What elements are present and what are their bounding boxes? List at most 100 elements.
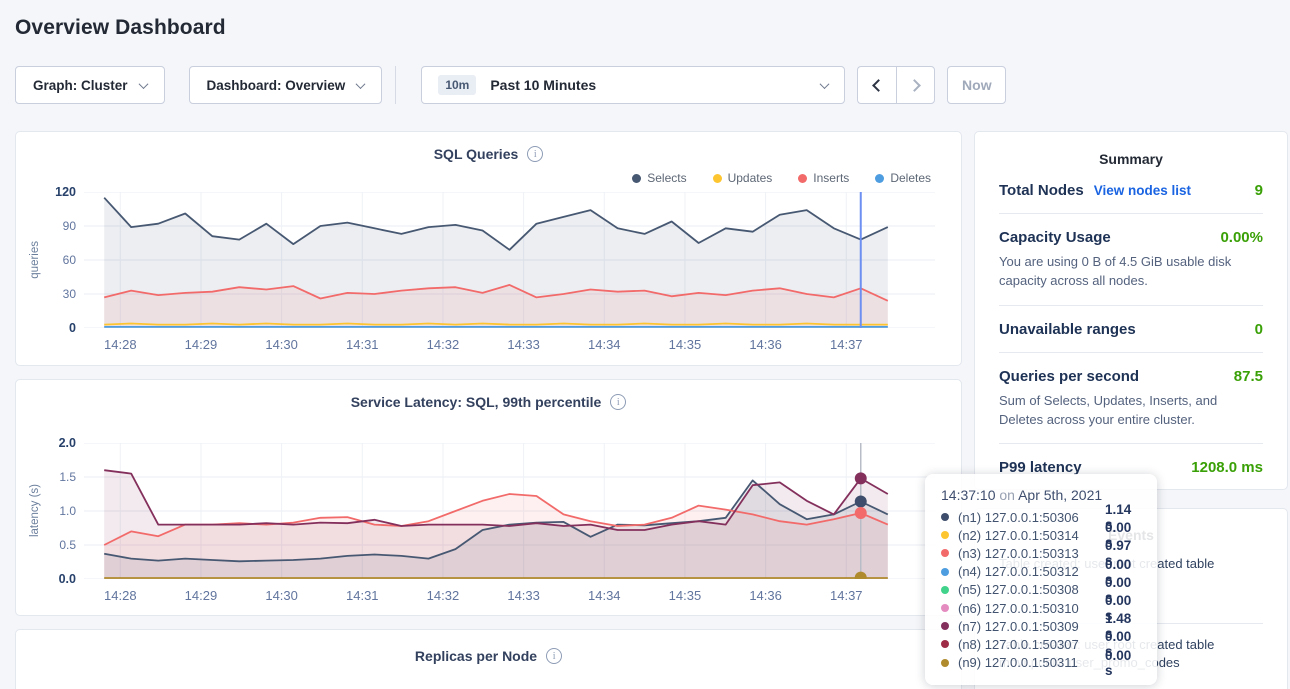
node-address: (n4) 127.0.0.1:50312 bbox=[958, 564, 1105, 579]
x-tick-label: 14:32 bbox=[427, 588, 460, 603]
tooltip-on: on bbox=[999, 487, 1015, 503]
node-address: (n9) 127.0.0.1:50311 bbox=[958, 655, 1105, 670]
service-latency-title: Service Latency: SQL, 99th percentile bbox=[351, 394, 602, 410]
x-tick-label: 14:29 bbox=[185, 337, 218, 352]
service-latency-plot[interactable] bbox=[84, 443, 935, 579]
node-color-dot-icon bbox=[941, 568, 949, 576]
x-tick-label: 14:36 bbox=[749, 337, 782, 352]
x-tick-label: 14:28 bbox=[104, 337, 137, 352]
stat-value: 1208.0 ms bbox=[1191, 459, 1263, 476]
legend-dot-icon bbox=[713, 174, 722, 183]
stat-queries-per-second: Queries per second 87.5 Sum of Selects, … bbox=[999, 353, 1263, 445]
stat-label: Capacity Usage bbox=[999, 229, 1111, 246]
y-axis-label: latency (s) bbox=[29, 484, 41, 537]
x-tick-label: 14:30 bbox=[265, 588, 298, 603]
graph-scope-dropdown[interactable]: Graph: Cluster bbox=[15, 66, 165, 104]
y-tick-label: 1.5 bbox=[59, 470, 76, 484]
stat-description: You are using 0 B of 4.5 GiB usable disk… bbox=[999, 253, 1263, 291]
node-address: (n3) 127.0.0.1:50313 bbox=[958, 546, 1105, 561]
info-icon[interactable] bbox=[610, 394, 626, 410]
x-tick-label: 14:36 bbox=[749, 588, 782, 603]
stat-value: 0.00% bbox=[1220, 229, 1263, 246]
node-address: (n2) 127.0.0.1:50314 bbox=[958, 528, 1105, 543]
dashboard-select-dropdown[interactable]: Dashboard: Overview bbox=[189, 66, 383, 104]
time-nav-group bbox=[857, 66, 935, 104]
replicas-per-node-panel: Replicas per Node bbox=[15, 629, 962, 689]
chevron-down-icon bbox=[138, 79, 148, 89]
x-tick-label: 14:33 bbox=[507, 337, 540, 352]
chevron-down-icon bbox=[356, 79, 366, 89]
node-color-dot-icon bbox=[941, 549, 949, 557]
graph-scope-label: Graph: Cluster bbox=[33, 78, 128, 93]
tooltip-row: (n9) 127.0.0.1:503110.00 s bbox=[941, 654, 1141, 672]
summary-title: Summary bbox=[999, 147, 1263, 167]
node-latency-value: 0.00 s bbox=[1105, 648, 1141, 678]
page-title: Overview Dashboard bbox=[0, 0, 1290, 40]
legend-label: Deletes bbox=[890, 171, 931, 185]
legend-label: Inserts bbox=[813, 171, 849, 185]
x-tick-label: 14:31 bbox=[346, 337, 379, 352]
service-latency-chart: latency (s) 0.00.51.01.52.0 bbox=[16, 443, 961, 579]
chart-canvas bbox=[84, 443, 935, 579]
y-axis-label: queries bbox=[29, 241, 41, 279]
node-color-dot-icon bbox=[941, 586, 949, 594]
sql-queries-title: SQL Queries bbox=[434, 146, 519, 162]
legend-item-inserts[interactable]: Inserts bbox=[798, 170, 849, 186]
time-range-badge: 10m bbox=[438, 75, 476, 95]
legend-item-updates[interactable]: Updates bbox=[713, 170, 773, 186]
y-axis-ticks: 0.00.51.01.52.0 bbox=[44, 443, 84, 579]
node-address: (n6) 127.0.0.1:50310 bbox=[958, 601, 1105, 616]
now-button[interactable]: Now bbox=[947, 66, 1006, 104]
sql-queries-plot[interactable] bbox=[84, 192, 935, 328]
node-color-dot-icon bbox=[941, 622, 949, 630]
chevron-down-icon bbox=[820, 79, 830, 89]
stat-description: Sum of Selects, Updates, Inserts, and De… bbox=[999, 392, 1263, 430]
stat-value: 9 bbox=[1255, 182, 1263, 199]
y-tick-label: 60 bbox=[63, 253, 76, 267]
node-color-dot-icon bbox=[941, 640, 949, 648]
node-color-dot-icon bbox=[941, 604, 949, 612]
legend-item-selects[interactable]: Selects bbox=[632, 170, 686, 186]
view-nodes-list-link[interactable]: View nodes list bbox=[1094, 183, 1191, 198]
dashboard-controls: Graph: Cluster Dashboard: Overview 10m P… bbox=[15, 66, 1290, 104]
legend-item-deletes[interactable]: Deletes bbox=[875, 170, 931, 186]
stat-label: Total Nodes bbox=[999, 182, 1084, 199]
x-tick-label: 14:30 bbox=[265, 337, 298, 352]
charts-column: SQL Queries Selects Updates Inserts Deletes… bbox=[15, 131, 962, 689]
overview-dashboard-page: Overview Dashboard Graph: Cluster Dashbo… bbox=[0, 0, 1290, 689]
node-address: (n1) 127.0.0.1:50306 bbox=[958, 510, 1105, 525]
node-color-dot-icon bbox=[941, 531, 949, 539]
stat-label: Queries per second bbox=[999, 368, 1139, 385]
x-axis-ticks: 14:2814:2914:3014:3114:3214:3314:3414:35… bbox=[84, 586, 935, 606]
time-range-dropdown[interactable]: 10m Past 10 Minutes bbox=[421, 66, 845, 104]
x-tick-label: 14:35 bbox=[669, 337, 702, 352]
time-prev-button[interactable] bbox=[857, 66, 896, 104]
x-tick-label: 14:29 bbox=[185, 588, 218, 603]
x-tick-label: 14:33 bbox=[507, 588, 540, 603]
info-icon[interactable] bbox=[527, 146, 543, 162]
x-tick-label: 14:37 bbox=[830, 588, 863, 603]
time-next-button[interactable] bbox=[896, 66, 935, 104]
stat-value: 87.5 bbox=[1234, 368, 1263, 385]
tooltip-date: Apr 5th, 2021 bbox=[1018, 487, 1102, 503]
node-color-dot-icon bbox=[941, 659, 949, 667]
stat-value: 0 bbox=[1255, 321, 1263, 338]
x-tick-label: 14:34 bbox=[588, 588, 621, 603]
x-tick-label: 14:35 bbox=[669, 588, 702, 603]
stat-capacity-usage: Capacity Usage 0.00% You are using 0 B o… bbox=[999, 214, 1263, 306]
chevron-left-icon bbox=[872, 79, 885, 92]
node-color-dot-icon bbox=[941, 513, 949, 521]
y-tick-label: 1.0 bbox=[59, 504, 76, 518]
info-icon[interactable] bbox=[546, 648, 562, 664]
replicas-per-node-title: Replicas per Node bbox=[415, 648, 537, 664]
node-address: (n8) 127.0.0.1:50307 bbox=[958, 637, 1105, 652]
sql-queries-panel: SQL Queries Selects Updates Inserts Deletes… bbox=[15, 131, 962, 366]
y-tick-label: 30 bbox=[63, 287, 76, 301]
chart-hover-tooltip: 14:37:10 on Apr 5th, 2021 (n1) 127.0.0.1… bbox=[925, 474, 1157, 685]
y-tick-label: 0.5 bbox=[59, 538, 76, 552]
x-tick-label: 14:37 bbox=[830, 337, 863, 352]
x-axis-ticks: 14:2814:2914:3014:3114:3214:3314:3414:35… bbox=[84, 335, 935, 355]
node-address: (n5) 127.0.0.1:50308 bbox=[958, 582, 1105, 597]
y-axis-ticks: 0306090120 bbox=[44, 192, 84, 328]
legend-label: Selects bbox=[647, 171, 686, 185]
